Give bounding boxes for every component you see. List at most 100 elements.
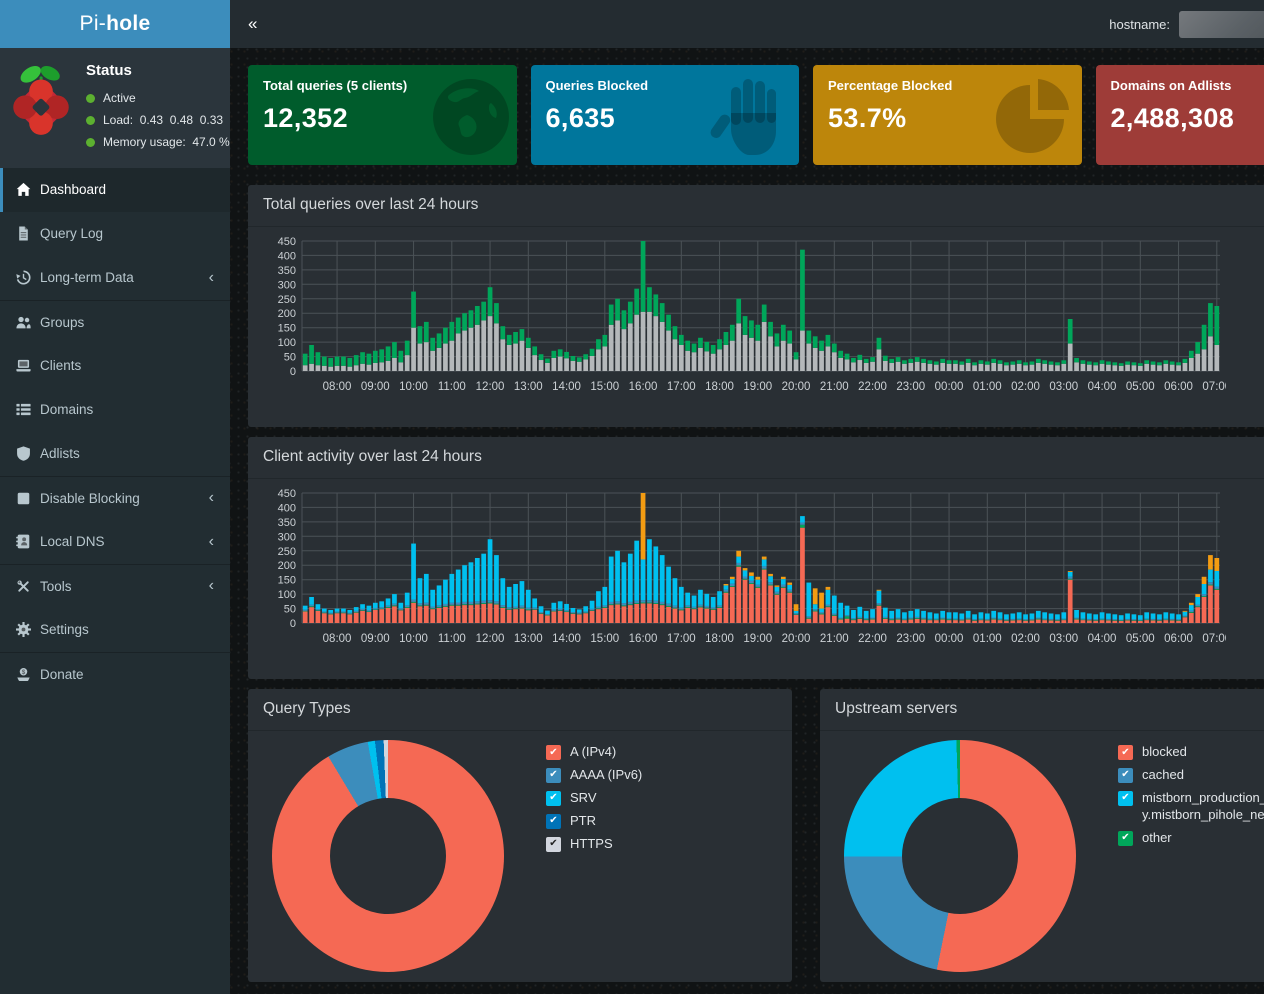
svg-text:07:00: 07:00 [1202, 633, 1226, 645]
svg-text:18:00: 18:00 [705, 381, 734, 393]
sidebar-item-donate[interactable]: $Donate [0, 652, 230, 696]
donut-hole [902, 798, 1018, 914]
status-row-active: Active [86, 87, 230, 109]
file-icon [16, 226, 40, 241]
chevron-left-icon: ‹ [209, 490, 214, 506]
upstream-servers-body: ✔blocked ✔cached ✔mistborn_production_dnsc… [820, 731, 1264, 981]
legend-item-other[interactable]: ✔other [1118, 830, 1264, 847]
query-types-donut[interactable] [272, 740, 504, 972]
upstream-servers-legend: ✔blocked ✔cached ✔mistborn_production_dnsc… [1118, 744, 1264, 972]
sidebar-collapse-toggle[interactable]: « [230, 14, 275, 34]
legend-item-aaaa-ipv6[interactable]: ✔AAAA (IPv6) [546, 767, 778, 784]
sidebar-item-query-log[interactable]: Query Log [0, 212, 230, 256]
svg-text:14:00: 14:00 [552, 381, 581, 393]
query-types-panel: Query Types ✔A (IPv4)✔AAAA (IPv6)✔SRV✔PT… [248, 689, 792, 982]
svg-text:02:00: 02:00 [1011, 633, 1040, 645]
client-activity-title: Client activity over last 24 hours [248, 437, 1264, 479]
sidebar-item-long-term-data[interactable]: Long-term Data‹ [0, 256, 230, 300]
legend-item-https[interactable]: ✔HTTPS [546, 836, 778, 853]
summary-card-domains-on-adlists[interactable]: Domains on Adlists2,488,308 [1096, 65, 1264, 165]
pihole-raspberry-logo-icon [8, 62, 74, 138]
svg-text:01:00: 01:00 [973, 633, 1002, 645]
svg-text:22:00: 22:00 [858, 633, 887, 645]
svg-text:300: 300 [278, 279, 296, 291]
svg-text:300: 300 [278, 531, 296, 543]
svg-text:13:00: 13:00 [514, 633, 543, 645]
laptop-icon [16, 358, 40, 373]
checkbox-checked-icon: ✔ [1118, 768, 1133, 783]
svg-text:03:00: 03:00 [1049, 381, 1078, 393]
legend-item-ptr[interactable]: ✔PTR [546, 813, 778, 830]
client-activity-chart[interactable]: 05010015020025030035040045008:0009:0010:… [262, 487, 1226, 673]
sidebar-item-disable-blocking[interactable]: Disable Blocking‹ [0, 476, 230, 520]
sidebar-item-clients[interactable]: Clients [0, 344, 230, 388]
sidebar-item-adlists[interactable]: Adlists [0, 432, 230, 476]
svg-text:400: 400 [278, 502, 296, 514]
svg-text:03:00: 03:00 [1049, 633, 1078, 645]
sidebar-item-settings[interactable]: Settings [0, 608, 230, 652]
tools-icon [16, 579, 40, 594]
address-book-icon [16, 534, 40, 549]
svg-text:17:00: 17:00 [667, 633, 696, 645]
status-row-load: Load: 0.43 0.48 0.33 [86, 109, 230, 131]
svg-text:11:00: 11:00 [438, 633, 466, 645]
checkbox-checked-icon: ✔ [546, 837, 561, 852]
checkbox-checked-icon: ✔ [1118, 791, 1133, 806]
app-root: Pi-hole Status Active Load: 0.43 0.48 0.… [0, 0, 1250, 994]
status-row-memory: Memory usage: 47.0 % [86, 131, 230, 153]
legend-item-srv[interactable]: ✔SRV [546, 790, 778, 807]
svg-text:10:00: 10:00 [399, 633, 428, 645]
svg-text:23:00: 23:00 [896, 633, 925, 645]
svg-text:0: 0 [290, 366, 296, 378]
svg-text:00:00: 00:00 [935, 381, 964, 393]
svg-text:250: 250 [278, 546, 296, 558]
svg-text:21:00: 21:00 [820, 381, 849, 393]
sidebar-item-groups[interactable]: Groups [0, 300, 230, 344]
legend-item-a-ipv4[interactable]: ✔A (IPv4) [546, 744, 778, 761]
svg-text:21:00: 21:00 [820, 633, 849, 645]
svg-text:100: 100 [278, 589, 296, 601]
sidebar-item-domains[interactable]: Domains [0, 388, 230, 432]
chevron-left-icon: ‹ [209, 270, 214, 286]
svg-text:08:00: 08:00 [323, 633, 352, 645]
summary-card-percentage-blocked[interactable]: Percentage Blocked53.7% [813, 65, 1082, 165]
total-queries-panel: Total queries over last 24 hours 0501001… [248, 185, 1264, 427]
summary-card-queries-blocked[interactable]: Queries Blocked6,635 [531, 65, 800, 165]
top-navbar: « hostname: [230, 0, 1264, 48]
svg-text:10:00: 10:00 [399, 381, 428, 393]
total-queries-chart[interactable]: 05010015020025030035040045008:0009:0010:… [262, 235, 1226, 421]
sidebar-item-tools[interactable]: Tools‹ [0, 564, 230, 608]
status-dot-icon [86, 138, 95, 147]
client-activity-panel: Client activity over last 24 hours 05010… [248, 437, 1264, 679]
upstream-servers-panel: Upstream servers ✔blocked✔cached✔mistbor… [820, 689, 1264, 982]
svg-text:50: 50 [284, 352, 296, 364]
query-types-legend: ✔A (IPv4) ✔AAAA (IPv6) ✔SRV ✔PTR ✔HTTPS [546, 744, 778, 972]
checkbox-checked-icon: ✔ [546, 745, 561, 760]
status-dot-icon [86, 116, 95, 125]
main-area: « hostname: Total queries (5 clients)12,… [230, 0, 1264, 994]
chevron-left-icon: ‹ [209, 534, 214, 550]
sidebar-menu: DashboardQuery LogLong-term Data‹GroupsC… [0, 168, 230, 696]
query-types-body: ✔A (IPv4) ✔AAAA (IPv6) ✔SRV ✔PTR ✔HTTPS [248, 731, 792, 981]
summary-cards: Total queries (5 clients)12,352Queries B… [248, 65, 1264, 165]
svg-text:09:00: 09:00 [361, 633, 390, 645]
summary-card-total-queries-5-clients[interactable]: Total queries (5 clients)12,352 [248, 65, 517, 165]
sidebar-item-local-dns[interactable]: Local DNS‹ [0, 520, 230, 564]
brand-text-bold: hole [106, 12, 150, 36]
checkbox-checked-icon: ✔ [1118, 831, 1133, 846]
svg-text:19:00: 19:00 [743, 633, 772, 645]
svg-text:11:00: 11:00 [438, 381, 466, 393]
legend-item-blocked[interactable]: ✔blocked [1118, 744, 1264, 761]
svg-text:20:00: 20:00 [782, 381, 811, 393]
app-logo[interactable]: Pi-hole [0, 0, 230, 48]
svg-text:12:00: 12:00 [476, 381, 505, 393]
sidebar-item-dashboard[interactable]: Dashboard [0, 168, 230, 212]
legend-item-cached[interactable]: ✔cached [1118, 767, 1264, 784]
checkbox-checked-icon: ✔ [546, 768, 561, 783]
legend-item-mistborn-production-dnscrypt-proxy-mistb[interactable]: ✔mistborn_production_dnscrypt_proxy.mist… [1118, 790, 1264, 824]
upstream-servers-donut[interactable] [844, 740, 1076, 972]
svg-text:20:00: 20:00 [782, 633, 811, 645]
svg-text:13:00: 13:00 [514, 381, 543, 393]
svg-text:04:00: 04:00 [1088, 381, 1117, 393]
gear-icon [16, 622, 40, 637]
